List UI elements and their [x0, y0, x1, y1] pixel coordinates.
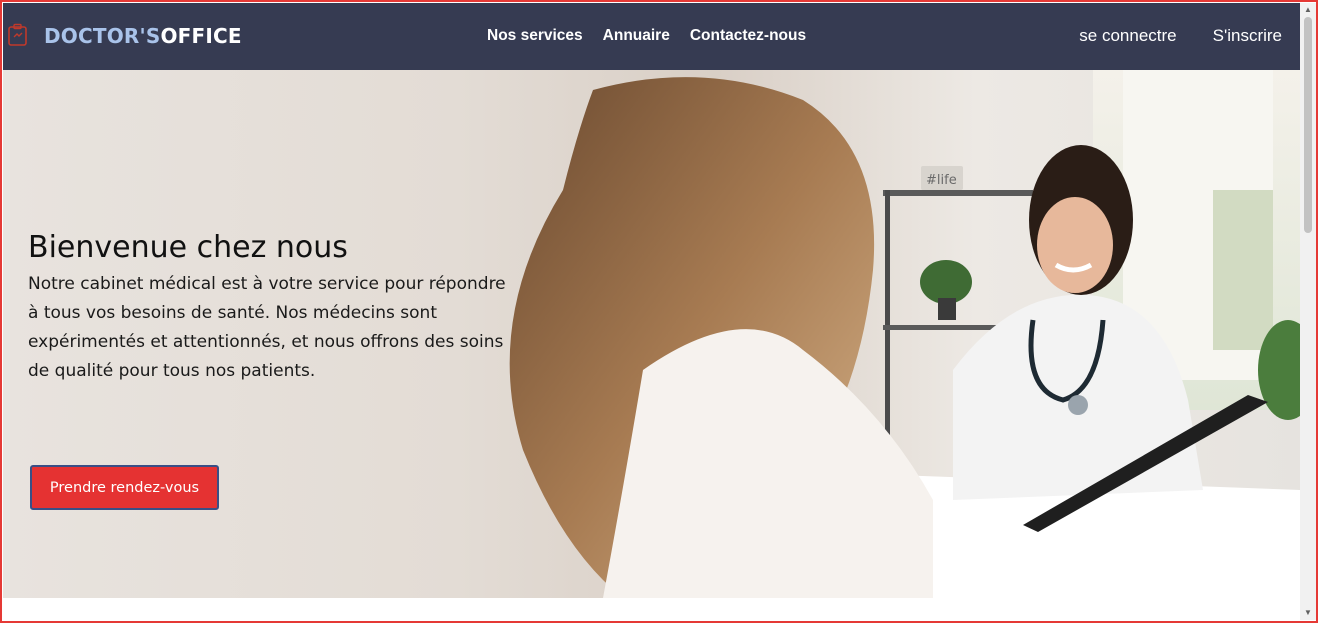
nav-link-directory[interactable]: Annuaire — [603, 27, 670, 45]
navbar: DOCTOR'SOFFICE Nos services Annuaire Con… — [3, 3, 1300, 70]
brand-logo[interactable]: DOCTOR'SOFFICE — [44, 24, 242, 48]
login-link[interactable]: se connectre — [1079, 26, 1176, 46]
hero-section: #life Bienvenue chez nous Notre cabinet … — [3, 70, 1300, 598]
book-appointment-button[interactable]: Prendre rendez-vous — [30, 465, 219, 510]
scroll-up-arrow-icon[interactable]: ▲ — [1300, 3, 1316, 17]
scroll-down-arrow-icon[interactable]: ▼ — [1300, 606, 1316, 620]
image-sign-text: #life — [926, 173, 957, 188]
medical-clipboard-icon[interactable] — [7, 23, 29, 47]
hero-description: Notre cabinet médical est à votre servic… — [28, 274, 506, 381]
vertical-scrollbar[interactable]: ▲ ▼ — [1300, 3, 1316, 620]
hero-text-block: Bienvenue chez nous Notre cabinet médica… — [28, 230, 508, 386]
signup-link[interactable]: S'inscrire — [1213, 26, 1282, 46]
scrollbar-thumb[interactable] — [1304, 17, 1312, 233]
nav-link-services[interactable]: Nos services — [487, 27, 583, 45]
main-nav: Nos services Annuaire Contactez-nous — [487, 27, 806, 45]
nav-link-contact[interactable]: Contactez-nous — [690, 27, 806, 45]
auth-links: se connectre S'inscrire — [1079, 26, 1282, 46]
brand-part-office: OFFICE — [160, 24, 242, 48]
hero-title: Bienvenue chez nous — [28, 230, 348, 265]
brand-part-doctors: DOCTOR'S — [44, 24, 161, 48]
